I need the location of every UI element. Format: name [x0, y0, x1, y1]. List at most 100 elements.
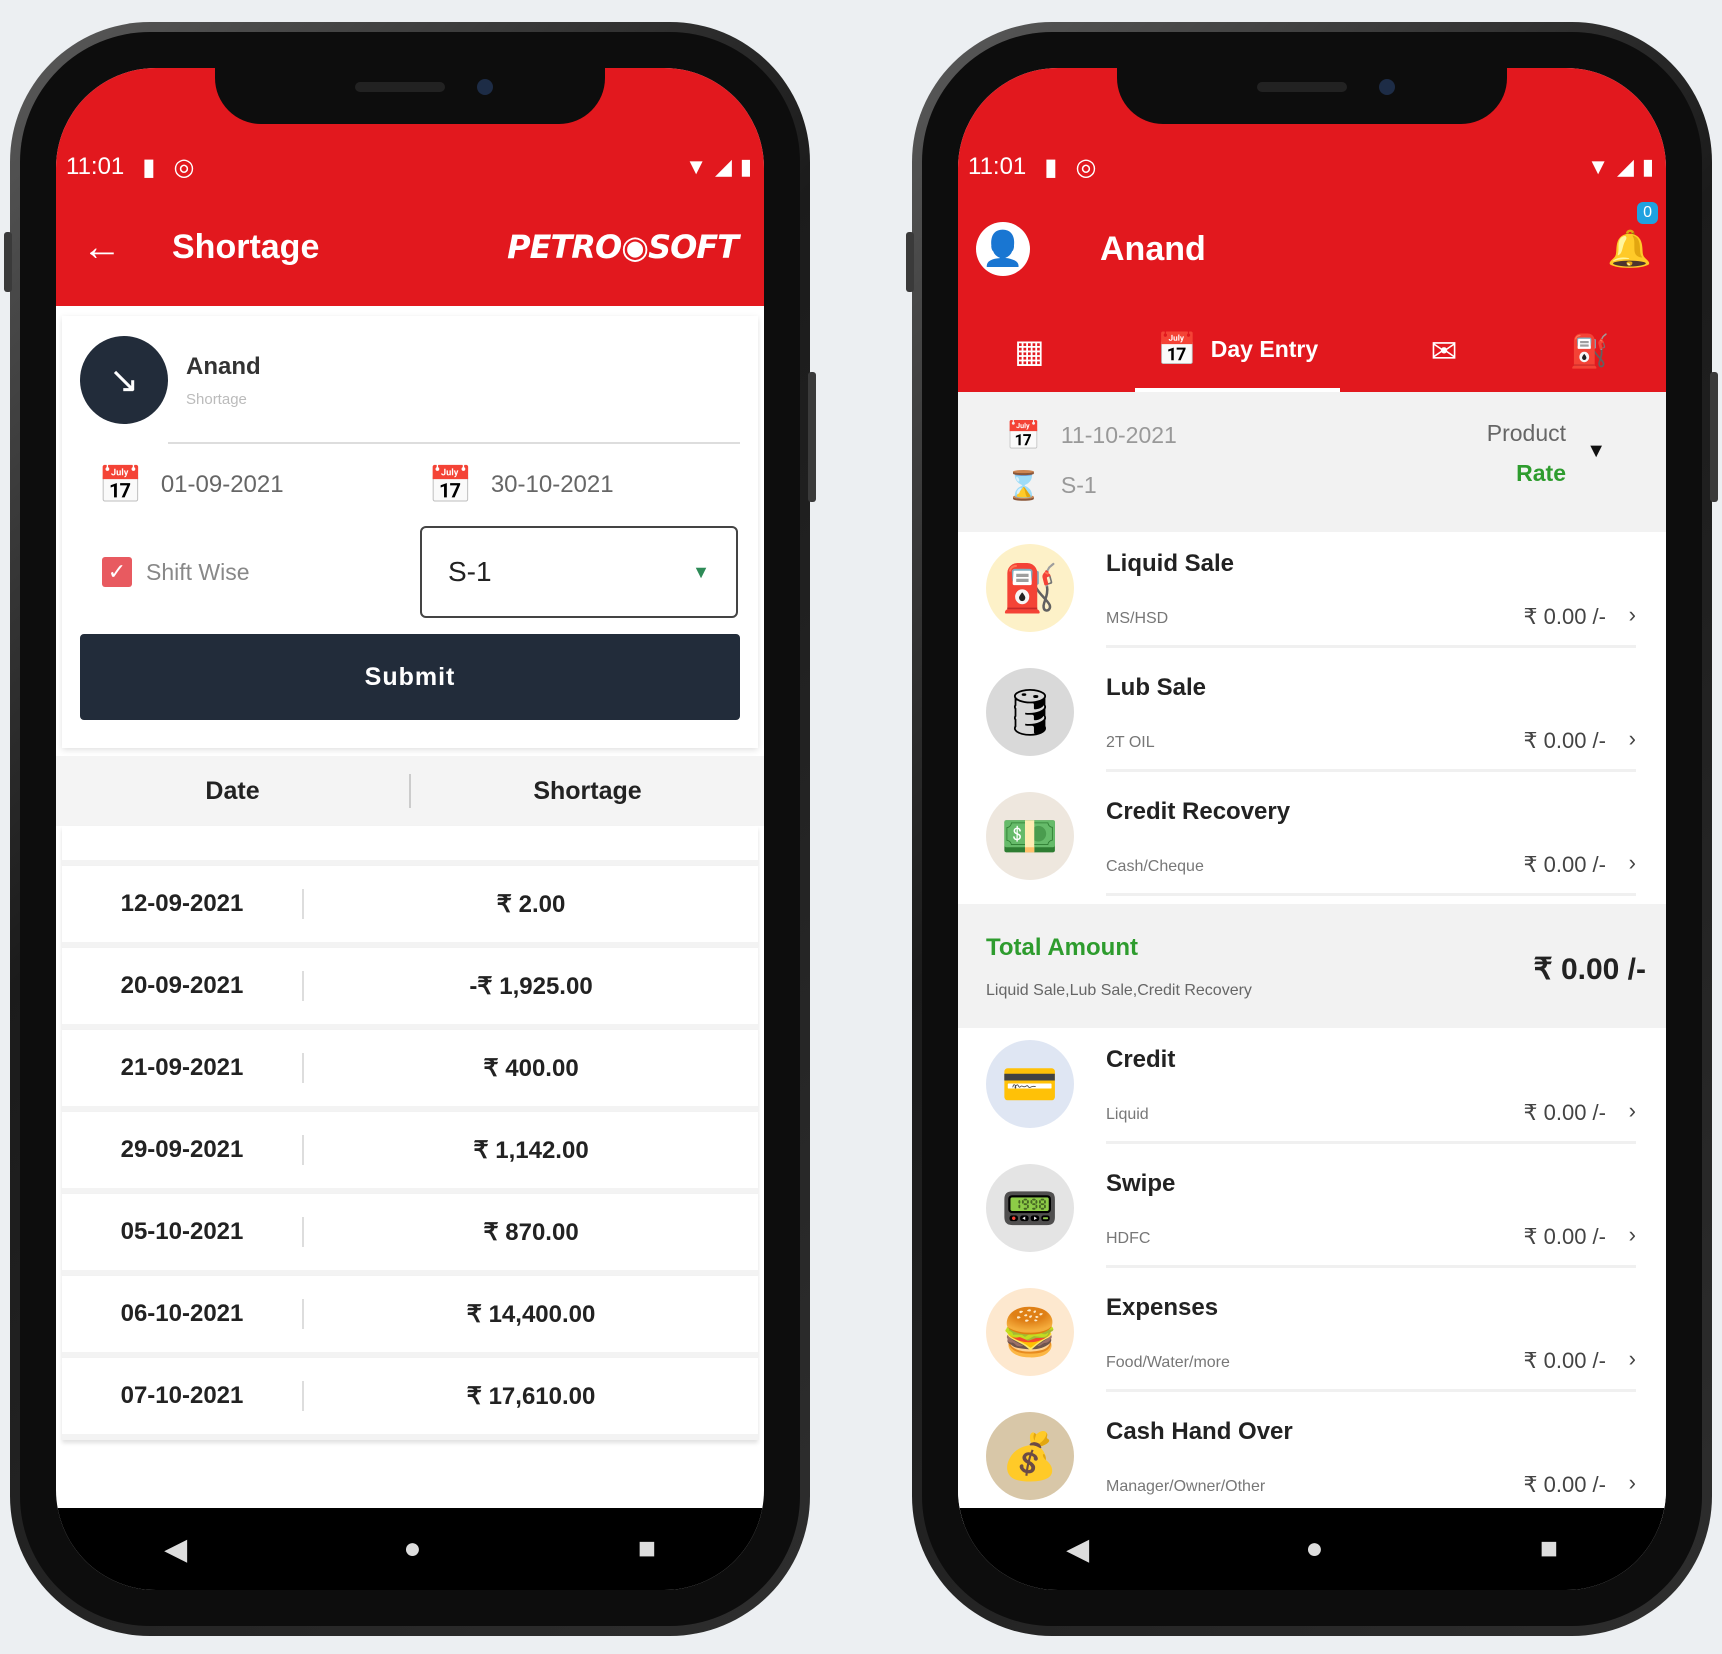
list-item-credit-recovery[interactable]: 💵 Credit Recovery Cash/Cheque ₹ 0.00 /- … — [958, 780, 1666, 904]
entry-filter: 📅 11-10-2021 ⌛ S-1 Product Rate ▼ — [958, 392, 1666, 532]
from-date: 01-09-2021 — [160, 471, 284, 498]
phone-button — [4, 232, 12, 292]
signal-icon: ◢ — [714, 154, 732, 179]
app-bar: 👤 Anand 🔔 0 — [958, 188, 1666, 310]
item-title: Cash Hand Over — [1106, 1418, 1293, 1445]
tab-day-entry[interactable]: 📅 Day Entry — [1134, 310, 1341, 392]
row-shortage: ₹ 400.00 — [483, 1054, 579, 1082]
chevron-right-icon: › — [1628, 1098, 1636, 1123]
page-title: Shortage — [172, 227, 320, 266]
total-value: ₹ 0.00 /- — [1533, 953, 1646, 986]
list-item-credit[interactable]: 💳 Credit Liquid ₹ 0.00 /- › — [958, 1028, 1666, 1152]
list-item-swipe[interactable]: 📟 Swipe HDFC ₹ 0.00 /- › — [958, 1152, 1666, 1276]
back-arrow-icon[interactable]: ← — [82, 225, 172, 270]
sync-icon: ◎ — [1075, 153, 1097, 181]
item-subtitle: Cash/Cheque — [1106, 858, 1204, 875]
calendar-icon: 📅 — [1006, 419, 1041, 451]
app-bar: ← Shortage PETRO◉SOFT — [56, 188, 764, 306]
battery-icon: ▮ — [1641, 154, 1654, 179]
mail-icon: ✉ — [1430, 333, 1458, 369]
shift-wise-label: Shift Wise — [146, 558, 250, 585]
caret-down-icon: ▼ — [692, 561, 710, 582]
table-row[interactable]: 12-09-2021 ₹ 2.00 — [62, 866, 758, 948]
wifi-icon: ▼ — [1587, 154, 1609, 179]
list-item-lub-sale[interactable]: 🛢 Lub Sale 2T OIL ₹ 0.00 /- › — [958, 656, 1666, 780]
item-amount: ₹ 0.00 /- — [1523, 1100, 1606, 1125]
user-avatar-icon[interactable]: 👤 — [976, 222, 1030, 276]
product-rate-dropdown[interactable]: Product Rate ▼ — [1426, 410, 1606, 532]
chevron-right-icon: › — [1628, 726, 1636, 751]
nav-recents-icon[interactable]: ■ — [1540, 1532, 1558, 1566]
item-amount: ₹ 0.00 /- — [1523, 604, 1606, 629]
item-amount: ₹ 0.00 /- — [1523, 1348, 1606, 1373]
table-row[interactable]: 20-09-2021 -₹ 1,925.00 — [62, 948, 758, 1030]
item-title: Credit Recovery — [1106, 798, 1291, 825]
android-nav-bar: ◀ ● ■ — [56, 1508, 764, 1590]
item-amount: ₹ 0.00 /- — [1523, 852, 1606, 877]
list-item-expenses[interactable]: 🍔 Expenses Food/Water/more ₹ 0.00 /- › — [958, 1276, 1666, 1400]
nav-back-icon[interactable]: ◀ — [1066, 1532, 1089, 1567]
list-item-cash-hand-over[interactable]: 💰 Cash Hand Over Manager/Owner/Other ₹ 0… — [958, 1400, 1666, 1524]
food-icon: 🍔 — [986, 1288, 1074, 1376]
table-row[interactable]: 05-10-2021 ₹ 870.00 — [62, 1194, 758, 1276]
phone-button — [808, 372, 816, 502]
row-date: 29-09-2021 — [120, 1136, 244, 1163]
signal-icon: ◢ — [1616, 154, 1634, 179]
nav-back-icon[interactable]: ◀ — [164, 1532, 187, 1567]
to-date: 30-10-2021 — [490, 471, 614, 498]
row-date: 06-10-2021 — [120, 1300, 244, 1327]
nav-home-icon[interactable]: ● — [1305, 1532, 1323, 1566]
row-shortage: ₹ 1,142.00 — [473, 1136, 589, 1164]
day-entry-screen: 11:01 ▮ ◎ ▼ ◢ ▮ 👤 Anand 🔔 0 ▦ 📅 Day Entr… — [958, 68, 1666, 1590]
brand-logo: PETRO◉SOFT — [507, 228, 739, 266]
item-amount: ₹ 0.00 /- — [1523, 1472, 1606, 1497]
user-name: Anand — [186, 352, 261, 380]
filter-card: ↘ Anand Shortage 📅 01-09-2021 📅 30-10-20… — [62, 316, 758, 748]
row-date: 20-09-2021 — [120, 972, 244, 999]
shift-wise-checkbox[interactable]: ✓ — [102, 557, 132, 587]
item-title: Credit — [1106, 1046, 1176, 1073]
nav-home-icon[interactable]: ● — [403, 1532, 421, 1566]
row-shortage: ₹ 14,400.00 — [466, 1300, 596, 1328]
sd-card-icon: ▮ — [142, 153, 156, 181]
item-amount: ₹ 0.00 /- — [1523, 728, 1606, 753]
sync-icon: ◎ — [173, 153, 195, 181]
notch — [215, 68, 605, 124]
table-row[interactable]: 21-09-2021 ₹ 400.00 — [62, 1030, 758, 1112]
notifications-bell-icon[interactable]: 🔔 0 — [1607, 202, 1658, 270]
tab-day-entry-label: Day Entry — [1210, 335, 1319, 362]
table-row[interactable]: 29-09-2021 ₹ 1,142.00 — [62, 1112, 758, 1194]
dropdown-arrow-icon: ▼ — [1586, 440, 1606, 462]
nav-recents-icon[interactable]: ■ — [638, 1532, 656, 1566]
tab-dashboard[interactable]: ▦ — [992, 310, 1066, 392]
shortage-screen: 11:01 ▮ ◎ ▼ ◢ ▮ ← Shortage PETRO◉SOFT ↘ … — [56, 68, 764, 1590]
shift-picker[interactable]: ⌛ S-1 — [1006, 460, 1177, 510]
fuel-pump-icon: ⛽ — [1569, 333, 1610, 369]
tab-pump[interactable]: ⛽ — [1548, 310, 1632, 392]
hourglass-icon: ⌛ — [1006, 469, 1041, 501]
chevron-right-icon: › — [1628, 602, 1636, 627]
submit-button[interactable]: Submit — [80, 634, 740, 720]
rate-label: Rate — [1516, 460, 1566, 486]
tab-messages[interactable]: ✉ — [1409, 310, 1480, 392]
row-shortage: -₹ 1,925.00 — [469, 972, 593, 1000]
calendar-icon: 📅 — [98, 464, 143, 505]
to-date-picker[interactable]: 📅 30-10-2021 — [410, 464, 740, 506]
table-row[interactable]: 06-10-2021 ₹ 14,400.00 — [62, 1276, 758, 1358]
product-label: Product — [1486, 420, 1566, 446]
total-amount-summary: Total Amount Liquid Sale,Lub Sale,Credit… — [958, 904, 1666, 1028]
list-item-liquid-sale[interactable]: ⛽ Liquid Sale MS/HSD ₹ 0.00 /- › — [958, 532, 1666, 656]
user-name: Anand — [1100, 229, 1206, 268]
from-date-picker[interactable]: 📅 01-09-2021 — [80, 464, 410, 506]
column-header-shortage: Shortage — [533, 776, 642, 805]
shift-select[interactable]: S-1 ▼ — [420, 526, 738, 618]
date-picker[interactable]: 📅 11-10-2021 — [1006, 410, 1177, 460]
shift-select-value: S-1 — [448, 556, 492, 587]
row-shortage: ₹ 2.00 — [496, 890, 566, 918]
tab-bar: ▦ 📅 Day Entry ✉ ⛽ — [958, 310, 1666, 392]
table-row[interactable]: 07-10-2021 ₹ 17,610.00 — [62, 1358, 758, 1440]
money-bag-icon: 💰 — [986, 1412, 1074, 1500]
item-title: Swipe — [1106, 1170, 1176, 1197]
card-terminal-icon: 📟 — [986, 1164, 1074, 1252]
fuel-nozzle-icon: ⛽ — [986, 544, 1074, 632]
